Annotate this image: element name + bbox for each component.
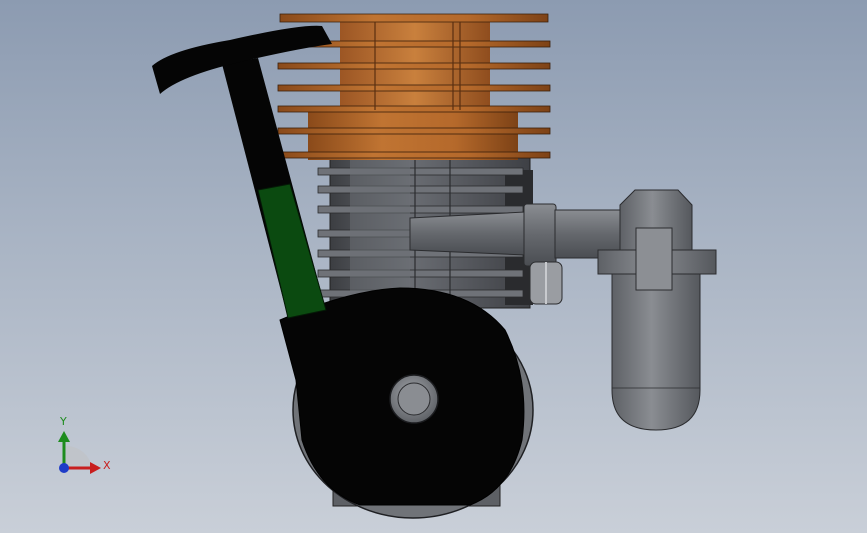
engine-model[interactable]: Y X: [0, 0, 867, 533]
pull-cord-shaft: [257, 183, 327, 319]
pull-start-handle[interactable]: [152, 25, 332, 319]
y-axis-label: Y: [59, 415, 67, 428]
x-axis-label: X: [103, 459, 111, 472]
z-axis-dot: [59, 463, 69, 473]
3d-viewport[interactable]: Y X: [0, 0, 867, 533]
coordinate-triad: Y X: [58, 415, 111, 474]
